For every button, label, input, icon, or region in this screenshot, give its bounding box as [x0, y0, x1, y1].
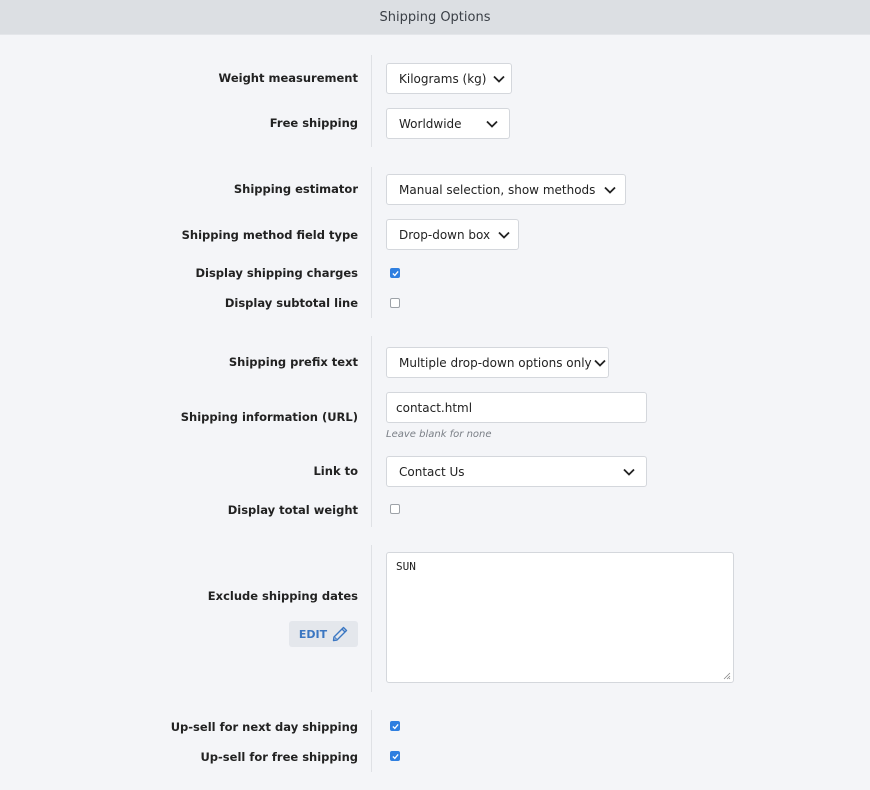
exclude-shipping-dates-label: Exclude shipping dates: [207, 589, 358, 603]
group-divider: [371, 545, 372, 692]
shipping-method-field-type-label: Shipping method field type: [181, 228, 358, 242]
group-divider: [371, 167, 372, 318]
weight-measurement-select[interactable]: Kilograms (kg): [386, 63, 512, 94]
shipping-method-field-type-select[interactable]: Drop-down box: [386, 219, 519, 250]
group-divider: [371, 336, 372, 527]
weight-measurement-value: Kilograms (kg): [399, 71, 487, 86]
checkmark-icon: [392, 270, 399, 277]
pencil-icon: [332, 626, 348, 642]
display-shipping-charges-label: Display shipping charges: [195, 266, 358, 280]
shipping-estimator-label: Shipping estimator: [233, 182, 358, 196]
chevron-down-icon: [612, 468, 646, 476]
upsell-free-shipping-label: Up-sell for free shipping: [200, 750, 358, 764]
edit-button-label: EDIT: [298, 627, 328, 641]
display-subtotal-line-checkbox[interactable]: [390, 298, 400, 308]
shipping-information-url-input[interactable]: [386, 392, 647, 423]
exclude-shipping-dates-textarea[interactable]: SUN: [386, 552, 734, 683]
chevron-down-icon: [486, 75, 511, 83]
display-total-weight-label: Display total weight: [227, 503, 358, 517]
upsell-free-shipping-checkbox[interactable]: [390, 751, 400, 761]
link-to-value: Contact Us: [399, 464, 465, 479]
group-divider: [371, 55, 372, 147]
free-shipping-label: Free shipping: [269, 116, 358, 130]
page-title: Shipping Options: [379, 9, 491, 25]
shipping-prefix-text-select[interactable]: Multiple drop-down options only: [386, 347, 609, 378]
chevron-down-icon: [592, 359, 608, 367]
checkmark-icon: [392, 753, 399, 760]
chevron-down-icon: [490, 231, 518, 239]
shipping-method-field-type-value: Drop-down box: [399, 227, 491, 242]
page-header: Shipping Options: [0, 0, 870, 35]
free-shipping-select[interactable]: Worldwide: [386, 108, 510, 139]
shipping-information-url-hint: Leave blank for none: [386, 429, 492, 440]
link-to-label: Link to: [313, 464, 358, 478]
link-to-select[interactable]: Contact Us: [386, 456, 647, 487]
group-divider: [371, 710, 372, 772]
shipping-prefix-text-value: Multiple drop-down options only: [399, 355, 592, 370]
edit-exclude-dates-button[interactable]: EDIT: [289, 621, 358, 647]
upsell-next-day-label: Up-sell for next day shipping: [170, 720, 358, 734]
display-shipping-charges-checkbox[interactable]: [390, 268, 400, 278]
resize-grip-icon[interactable]: [722, 671, 731, 680]
display-subtotal-line-label: Display subtotal line: [224, 296, 358, 310]
exclude-shipping-dates-value: SUN: [396, 560, 416, 573]
free-shipping-value: Worldwide: [399, 116, 462, 131]
chevron-down-icon: [475, 120, 509, 128]
upsell-next-day-checkbox[interactable]: [390, 721, 400, 731]
chevron-down-icon: [595, 186, 625, 194]
shipping-prefix-text-label: Shipping prefix text: [228, 355, 358, 369]
shipping-estimator-select[interactable]: Manual selection, show methods: [386, 174, 626, 205]
shipping-information-url-label: Shipping information (URL): [180, 410, 358, 424]
display-total-weight-checkbox[interactable]: [390, 504, 400, 514]
checkmark-icon: [392, 723, 399, 730]
shipping-estimator-value: Manual selection, show methods: [399, 182, 596, 197]
weight-measurement-label: Weight measurement: [218, 71, 358, 85]
